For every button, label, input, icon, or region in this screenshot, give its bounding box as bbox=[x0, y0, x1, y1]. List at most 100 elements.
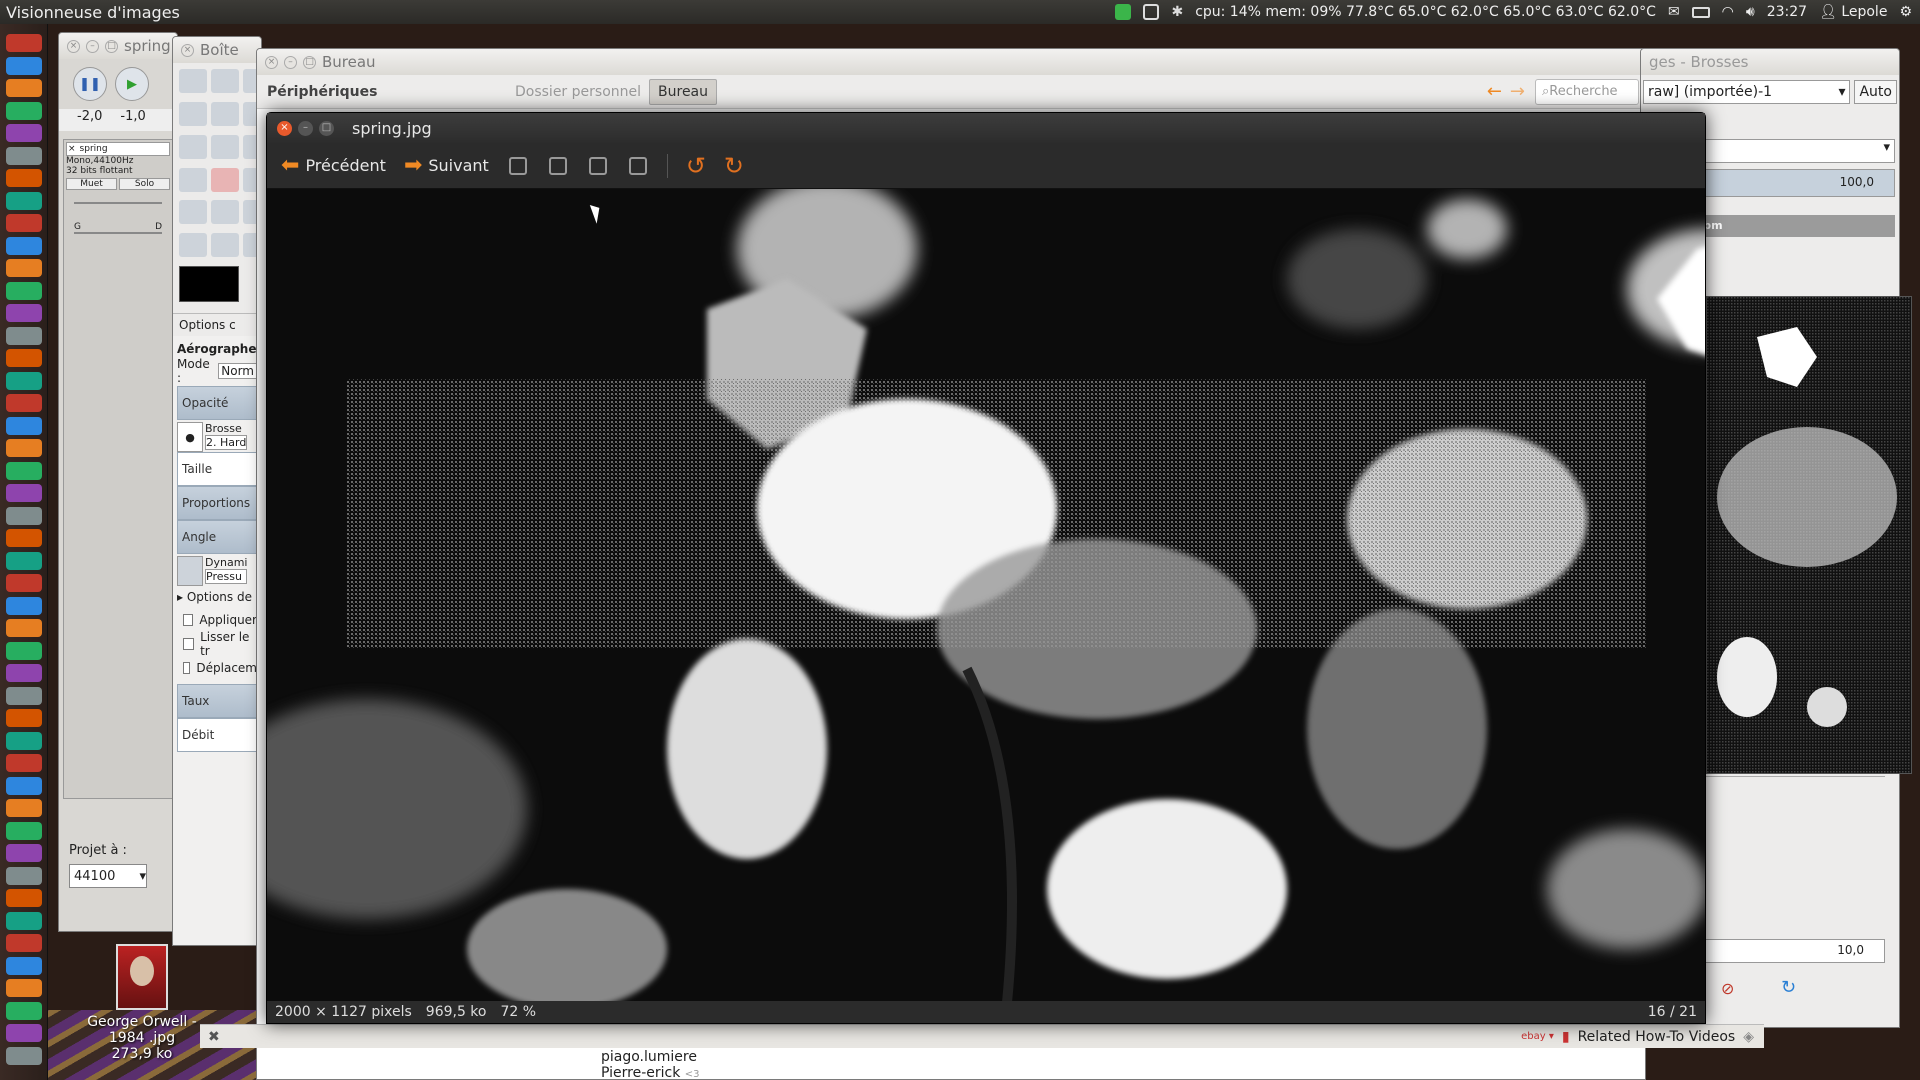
mail-icon[interactable]: ✉ bbox=[1668, 4, 1680, 20]
image-canvas[interactable] bbox=[267, 189, 1705, 1003]
battery-icon[interactable] bbox=[1691, 6, 1710, 18]
launcher-app-icon[interactable] bbox=[6, 461, 42, 480]
minimize-icon[interactable]: – bbox=[284, 55, 297, 69]
launcher-app-icon[interactable] bbox=[6, 169, 42, 187]
launcher-app-icon[interactable] bbox=[6, 506, 42, 525]
launcher-app-icon[interactable] bbox=[6, 641, 42, 660]
color-picker-icon[interactable] bbox=[179, 101, 207, 126]
launcher-app-icon[interactable] bbox=[6, 776, 42, 795]
mode-select[interactable]: Norm bbox=[218, 363, 257, 379]
apply-jitter-checkbox[interactable]: Appliquer bbox=[177, 608, 257, 632]
launcher-app-icon[interactable] bbox=[6, 484, 42, 502]
dynamics-options-expander[interactable]: ▸ Options de bbox=[177, 586, 257, 608]
launcher-app-icon[interactable] bbox=[6, 1046, 42, 1065]
launcher-app-icon[interactable] bbox=[6, 236, 42, 255]
mute-button[interactable]: Muet bbox=[66, 178, 117, 190]
bucket-icon[interactable] bbox=[179, 134, 207, 159]
launcher-app-icon[interactable] bbox=[6, 349, 42, 367]
user-menu[interactable]: 👤︎ Lepole bbox=[1819, 4, 1887, 20]
pan-slider[interactable] bbox=[74, 232, 162, 234]
launcher-app-icon[interactable] bbox=[6, 911, 42, 930]
dropbox-icon[interactable]: ✱ bbox=[1171, 4, 1183, 20]
maximize-icon[interactable]: □ bbox=[303, 55, 316, 69]
track-name-menu[interactable]: × spring bbox=[66, 142, 170, 156]
close-icon[interactable]: × bbox=[277, 120, 292, 136]
refresh-icon[interactable]: ↻ bbox=[1781, 977, 1796, 998]
wifi-icon[interactable]: ◠ bbox=[1722, 4, 1734, 20]
motion-checkbox[interactable]: Déplacem bbox=[177, 656, 257, 680]
gain-slider[interactable] bbox=[74, 202, 162, 204]
close-track-icon[interactable]: × bbox=[68, 144, 76, 154]
zoom-fit-icon[interactable] bbox=[628, 156, 647, 175]
launcher-app-icon[interactable] bbox=[6, 979, 42, 997]
search-input[interactable]: ⌕ Recherche bbox=[1535, 78, 1639, 105]
launcher-app-icon[interactable] bbox=[6, 844, 42, 862]
launcher-app-icon[interactable] bbox=[6, 731, 42, 750]
forward-arrow-icon[interactable]: → bbox=[1510, 81, 1525, 102]
launcher-app-icon[interactable] bbox=[6, 34, 42, 52]
launcher-app-icon[interactable] bbox=[6, 304, 42, 322]
close-icon[interactable]: × bbox=[181, 43, 194, 57]
launcher-app-icon[interactable] bbox=[6, 326, 42, 345]
perspective-icon[interactable] bbox=[211, 134, 239, 159]
breadcrumb-home[interactable]: Dossier personnel bbox=[507, 80, 649, 104]
smooth-checkbox[interactable]: Lisser le tr bbox=[177, 630, 257, 658]
related-videos-link[interactable]: Related How-To Videos bbox=[1578, 1029, 1736, 1045]
shield-icon[interactable] bbox=[1115, 4, 1132, 20]
zoom-normal-icon[interactable] bbox=[588, 156, 607, 175]
angle-slider[interactable]: Angle bbox=[177, 520, 257, 554]
close-icon[interactable]: × bbox=[67, 39, 80, 53]
launcher-app-icon[interactable] bbox=[6, 1001, 42, 1020]
launcher-app-icon[interactable] bbox=[6, 259, 42, 277]
addon-icon[interactable]: ◈ bbox=[1743, 1029, 1754, 1045]
select-ellipse-icon[interactable] bbox=[211, 69, 239, 93]
launcher-app-icon[interactable] bbox=[6, 664, 42, 682]
solo-button[interactable]: Solo bbox=[119, 178, 170, 190]
launcher-app-icon[interactable] bbox=[6, 709, 42, 727]
launcher-app-icon[interactable] bbox=[6, 79, 42, 97]
brush-preview[interactable]: ● bbox=[177, 422, 203, 452]
launcher-app-icon[interactable] bbox=[6, 1024, 42, 1042]
auto-button[interactable]: Auto bbox=[1854, 80, 1897, 104]
size-slider[interactable]: Taille bbox=[177, 452, 257, 486]
ink-icon[interactable] bbox=[211, 200, 239, 225]
brush-name-field[interactable]: 2. Hard bbox=[205, 435, 248, 450]
play-button[interactable]: ▶ bbox=[115, 67, 149, 101]
clock[interactable]: 23:27 bbox=[1767, 4, 1807, 20]
close-icon[interactable]: ✖ bbox=[208, 1029, 220, 1045]
launcher-app-icon[interactable] bbox=[6, 821, 42, 840]
previous-button[interactable]: ⬅ Précédent bbox=[275, 152, 392, 180]
rotate-right-icon[interactable]: ↻ bbox=[724, 152, 744, 180]
maximize-icon[interactable]: □ bbox=[319, 120, 334, 136]
launcher-app-icon[interactable] bbox=[6, 596, 42, 615]
launcher-app-icon[interactable] bbox=[6, 371, 42, 390]
launcher-app-icon[interactable] bbox=[6, 416, 42, 435]
curves-icon[interactable] bbox=[211, 233, 239, 258]
maximize-icon[interactable]: □ bbox=[105, 39, 118, 53]
launcher-app-icon[interactable] bbox=[6, 394, 42, 412]
list-item[interactable]: Pierre-erick <3 bbox=[601, 1065, 700, 1079]
dynamics-field[interactable]: Pressu bbox=[205, 569, 248, 584]
brush-icon[interactable] bbox=[179, 167, 207, 192]
opacity-slider[interactable]: Opacité bbox=[177, 386, 257, 420]
edit-icon[interactable] bbox=[1143, 4, 1160, 20]
launcher-app-icon[interactable] bbox=[6, 799, 42, 817]
back-arrow-icon[interactable]: ← bbox=[1487, 81, 1502, 102]
delete-brush-icon[interactable]: ⊘ bbox=[1721, 979, 1734, 998]
zoom-icon[interactable] bbox=[211, 101, 239, 126]
launcher-app-icon[interactable] bbox=[6, 754, 42, 772]
smudge-icon[interactable] bbox=[179, 200, 207, 225]
volume-icon[interactable]: 🔊︎ bbox=[1746, 4, 1755, 20]
launcher-app-icon[interactable] bbox=[6, 124, 42, 142]
launcher-app-icon[interactable] bbox=[6, 686, 42, 705]
launcher-app-icon[interactable] bbox=[6, 934, 42, 952]
close-icon[interactable]: × bbox=[265, 55, 278, 69]
launcher-app-icon[interactable] bbox=[6, 101, 42, 120]
zoom-in-icon[interactable] bbox=[508, 156, 527, 175]
launcher-app-icon[interactable] bbox=[6, 146, 42, 165]
launcher-app-icon[interactable] bbox=[6, 956, 42, 975]
pause-button[interactable]: ❚❚ bbox=[73, 67, 107, 101]
launcher-app-icon[interactable] bbox=[6, 889, 42, 907]
next-button[interactable]: ➡ Suivant bbox=[398, 152, 495, 180]
gear-icon[interactable]: ⚙ bbox=[1899, 4, 1912, 20]
